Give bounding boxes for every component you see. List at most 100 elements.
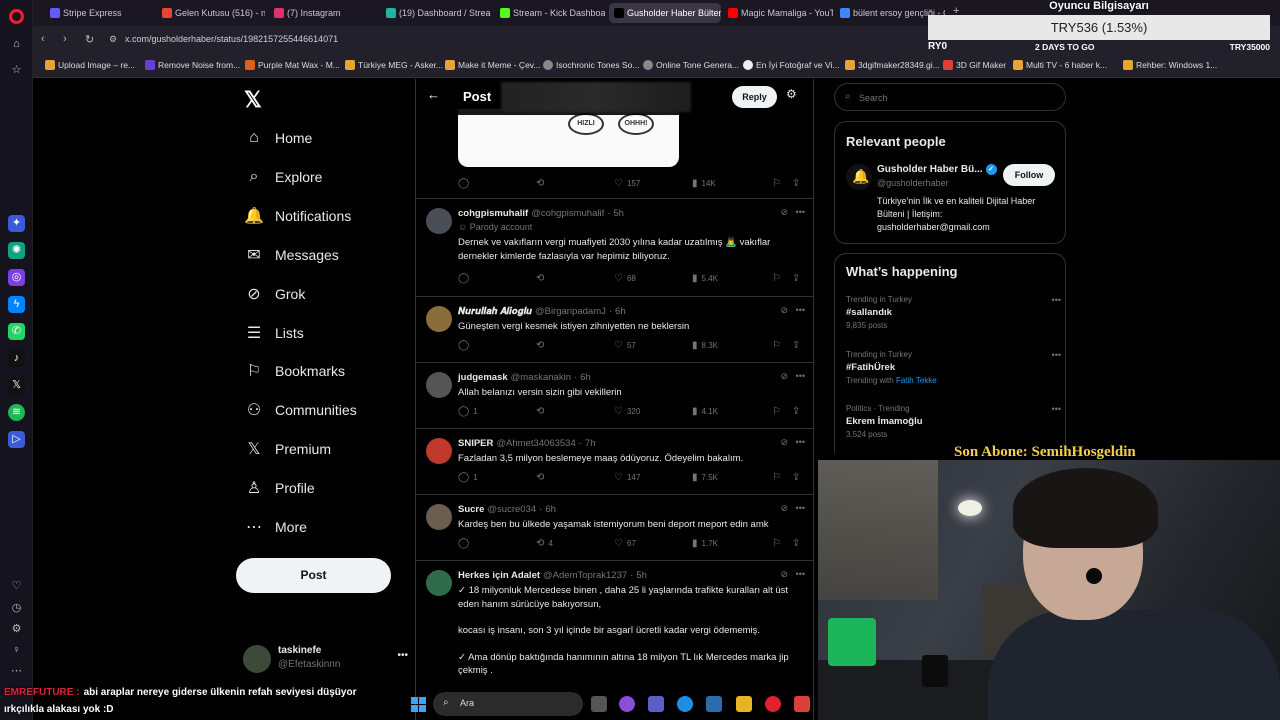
like-button[interactable]: ♡ 57 bbox=[614, 340, 636, 351]
more-icon[interactable]: ••• bbox=[796, 305, 805, 315]
bookmark-item[interactable]: Multi TV - 6 haber k... bbox=[1013, 60, 1107, 70]
tiktok-icon[interactable]: ♪ bbox=[8, 350, 25, 367]
browser-tab[interactable]: (7) Instagram bbox=[269, 3, 377, 23]
bookmark-item[interactable]: Türkiye MEG - Asker... bbox=[345, 60, 443, 70]
reply-button[interactable]: ◯ 1 bbox=[458, 406, 478, 417]
more-icon[interactable]: ••• bbox=[1052, 404, 1061, 414]
teams-icon[interactable] bbox=[648, 696, 664, 712]
author-name[interactable]: judgemask bbox=[458, 372, 508, 383]
grok-icon[interactable]: ⊘ bbox=[780, 569, 788, 579]
post-media[interactable]: HIZLI OHHH! bbox=[458, 109, 679, 167]
reply-tweet[interactable]: Sucre @sucre034 · 6h ⊘ ••• Kardeş ben bu ülke… bbox=[416, 494, 813, 560]
author-name[interactable]: Sucre bbox=[458, 504, 484, 515]
grok-icon[interactable]: ⊘ bbox=[780, 305, 788, 315]
follow-button[interactable]: Follow bbox=[1003, 164, 1055, 186]
app-icon[interactable]: ✦ bbox=[8, 215, 25, 232]
search-input[interactable] bbox=[859, 90, 1059, 106]
browser-tab[interactable]: (19) Dashboard / Streamla bbox=[381, 3, 491, 23]
grok-icon[interactable]: ⊘ bbox=[780, 371, 788, 381]
nav-item-more[interactable]: ⋯ More bbox=[243, 512, 307, 542]
bookmark-item[interactable]: Upload Image – re... bbox=[45, 60, 135, 70]
trend-item[interactable]: Politics · Trending Ekrem İmamoğlu 3,524 p… bbox=[846, 404, 1061, 439]
whatsapp-icon[interactable]: ✆ bbox=[8, 323, 25, 340]
nav-item-communities[interactable]: ⚇ Communities bbox=[243, 395, 357, 425]
more-icon[interactable]: ••• bbox=[796, 371, 805, 381]
trend-item[interactable]: Trending in Turkey #sallandık 9,835 posts •… bbox=[846, 295, 1061, 330]
avatar[interactable] bbox=[426, 438, 452, 464]
views-button[interactable]: ▮ 1.7K bbox=[692, 538, 718, 549]
grok-icon[interactable]: ⊘ bbox=[780, 207, 788, 217]
store-icon[interactable] bbox=[706, 696, 722, 712]
browser-tab[interactable]: Magic Mamaliga - YouTub bbox=[723, 3, 833, 23]
bookmark-item[interactable]: Remove Noise from... bbox=[145, 60, 240, 70]
author-handle[interactable]: @maskanakin bbox=[511, 372, 571, 383]
history-icon[interactable]: ◷ bbox=[8, 600, 25, 617]
chatgpt-icon[interactable]: ✺ bbox=[8, 242, 25, 259]
repost-button[interactable]: ⟲ bbox=[536, 406, 548, 417]
browser-tab[interactable]: Stream - Kick Dashboard bbox=[495, 3, 605, 23]
back-arrow-icon[interactable]: ← bbox=[427, 87, 440, 102]
avatar[interactable] bbox=[426, 306, 452, 332]
share-icon[interactable]: ⇪ bbox=[792, 406, 804, 417]
grok-icon[interactable]: ⊘ bbox=[780, 437, 788, 447]
nav-item-explore[interactable]: ⌕ Explore bbox=[243, 162, 323, 192]
filter-icon[interactable]: ⚙ bbox=[786, 87, 797, 101]
nav-item-profile[interactable]: ♙ Profile bbox=[243, 473, 315, 503]
tweet-time[interactable]: 6h bbox=[615, 306, 626, 317]
post-button[interactable]: Post bbox=[236, 558, 391, 593]
repost-button[interactable]: ⟲ bbox=[536, 340, 548, 351]
app-icon[interactable]: ◎ bbox=[8, 269, 25, 286]
reply-icon[interactable]: ◯ bbox=[458, 178, 473, 189]
share-icon[interactable]: ⇪ bbox=[792, 340, 804, 351]
task-view-icon[interactable] bbox=[591, 696, 607, 712]
reply-button[interactable]: ◯ 1 bbox=[458, 472, 478, 483]
share-icon[interactable]: ⇪ bbox=[792, 538, 804, 549]
tweet-time[interactable]: 5h bbox=[613, 208, 624, 219]
taskbar-search[interactable]: ⌕ Ara bbox=[433, 692, 583, 716]
settings-icon[interactable]: ⚙ bbox=[8, 621, 25, 638]
bookmark-item[interactable]: 3D Gif Maker bbox=[943, 60, 1006, 70]
more-icon[interactable]: ••• bbox=[796, 569, 805, 579]
star-icon[interactable]: ☆ bbox=[8, 62, 25, 79]
office-icon[interactable] bbox=[794, 696, 810, 712]
bookmark-item[interactable]: Isochronic Tones So... bbox=[543, 60, 639, 70]
reload-icon[interactable]: ↻ bbox=[85, 33, 94, 46]
reply-button[interactable]: ◯ bbox=[458, 273, 473, 284]
browser-tab[interactable]: Stripe Express bbox=[45, 3, 153, 23]
more-icon[interactable]: ••• bbox=[796, 207, 805, 217]
site-info-icon[interactable]: ⚙ bbox=[109, 34, 117, 45]
repost-button[interactable]: ⟲ 4 bbox=[536, 538, 553, 549]
repost-icon[interactable]: ⟲ bbox=[536, 178, 548, 189]
messenger-icon[interactable]: ϟ bbox=[8, 296, 25, 313]
views-button[interactable]: ▮ 4.1K bbox=[692, 406, 718, 417]
avatar[interactable]: 🔔 bbox=[846, 164, 872, 190]
bookmark-item[interactable]: Rehber: Windows 1... bbox=[1123, 60, 1217, 70]
tweet-time[interactable]: 6h bbox=[545, 504, 556, 515]
like-button[interactable]: ♡ 320 bbox=[614, 406, 640, 417]
bookmark-icon[interactable]: ⚐ bbox=[772, 273, 785, 284]
views-button[interactable]: ▮ 14K bbox=[692, 178, 716, 189]
bulb-icon[interactable]: ♀ bbox=[8, 642, 25, 659]
author-handle[interactable]: @cohgpismuhalif bbox=[531, 208, 604, 219]
reply-tweet[interactable]: judgemask @maskanakin · 6h ⊘ ••• Allah belanı… bbox=[416, 362, 813, 428]
heart-icon[interactable]: ♡ bbox=[8, 578, 25, 595]
bookmark-icon[interactable]: ⚐ bbox=[772, 406, 785, 417]
repost-button[interactable]: ⟲ bbox=[536, 472, 548, 483]
x-icon[interactable]: 𝕏 bbox=[8, 377, 25, 394]
spotify-icon[interactable]: ≋ bbox=[8, 404, 25, 421]
windows-start-icon[interactable] bbox=[411, 697, 426, 712]
player-icon[interactable]: ▷ bbox=[8, 431, 25, 448]
author-handle[interactable]: @sucre034 bbox=[487, 504, 536, 515]
forward-icon[interactable]: › bbox=[63, 33, 67, 45]
browser-tab-active[interactable]: Gusholder Haber Bülteni bbox=[609, 3, 721, 23]
views-button[interactable]: ▮ 8.3K bbox=[692, 340, 718, 351]
reply-tweet[interactable]: Herkes için Adalet @AdemToprak1237 · 5h ⊘ ••… bbox=[416, 560, 813, 676]
nav-item-bookmarks[interactable]: ⚐ Bookmarks bbox=[243, 356, 345, 386]
nav-item-notifications[interactable]: 🔔 Notifications bbox=[243, 201, 351, 231]
more-icon[interactable]: ⋯ bbox=[8, 663, 25, 680]
search-box[interactable]: ⌕ bbox=[834, 83, 1066, 111]
views-button[interactable]: ▮ 7.5K bbox=[692, 472, 718, 483]
nav-item-premium[interactable]: 𝕏 Premium bbox=[243, 434, 331, 464]
account-switcher[interactable]: taskinefe @Efetaskinnn ••• bbox=[243, 642, 408, 682]
x-logo-icon[interactable]: 𝕏 bbox=[244, 87, 262, 113]
